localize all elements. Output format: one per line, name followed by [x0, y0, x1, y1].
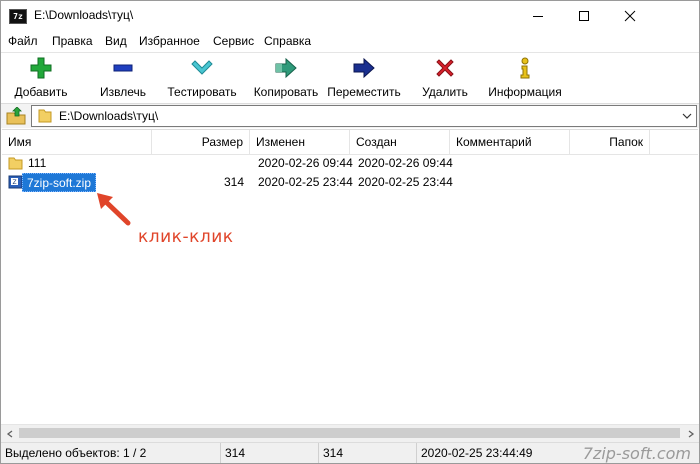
watermark: 7zip-soft.com	[582, 444, 691, 463]
folder-icon	[38, 109, 52, 123]
info-label: Информация	[488, 85, 562, 99]
item-size: 314	[223, 175, 244, 189]
file-list[interactable]: Имя Размер Изменен Создан Комментарий Па…	[2, 129, 698, 425]
window-title: E:\Downloads\туц\	[34, 8, 134, 22]
column-header-folders[interactable]: Папок	[570, 130, 650, 154]
status-packed: 314	[319, 443, 417, 463]
status-size: 314	[221, 443, 319, 463]
test-label: Тестировать	[167, 85, 237, 99]
item-created: 2020-02-26 09:44	[358, 156, 453, 170]
folder-icon	[8, 157, 23, 170]
menu-view[interactable]: Вид	[105, 34, 127, 48]
column-header-name[interactable]: Имя	[2, 130, 152, 154]
up-folder-icon[interactable]	[6, 107, 26, 125]
delete-x-icon	[436, 59, 454, 77]
info-button[interactable]: Информация	[487, 55, 563, 101]
chevron-down-icon[interactable]	[682, 112, 692, 120]
list-item[interactable]: 111 2020-02-26 09:44 2020-02-26 09:44	[2, 154, 698, 173]
7zip-app-icon: 7z	[9, 9, 27, 24]
copy-label: Копировать	[253, 85, 319, 99]
maximize-button[interactable]	[561, 1, 607, 31]
add-button[interactable]: Добавить	[13, 55, 69, 101]
zip-archive-icon: Z	[8, 175, 23, 189]
address-path: E:\Downloads\туц\	[59, 109, 159, 123]
annotation-text: клик-клик	[138, 227, 234, 247]
column-header-comment[interactable]: Комментарий	[450, 130, 570, 154]
menu-help[interactable]: Справка	[264, 34, 311, 48]
status-selected: Выделено объектов: 1 / 2	[1, 443, 221, 463]
minus-icon	[113, 64, 133, 72]
menu-favorites[interactable]: Избранное	[139, 34, 200, 48]
svg-text:Z: Z	[12, 179, 16, 186]
title-bar: 7z E:\Downloads\туц\	[1, 1, 699, 31]
extract-label: Извлечь	[99, 85, 146, 99]
list-header: Имя Размер Изменен Создан Комментарий Па…	[2, 130, 698, 155]
scroll-right-button[interactable]	[682, 425, 699, 442]
minimize-icon	[533, 16, 543, 17]
check-chevron-icon	[191, 60, 213, 75]
close-button[interactable]	[607, 1, 653, 31]
delete-label: Удалить	[422, 85, 468, 99]
copy-button[interactable]: Копировать	[249, 55, 323, 101]
horizontal-scrollbar[interactable]	[1, 424, 699, 442]
move-arrow-icon	[353, 57, 375, 79]
toolbar: Добавить Извлечь Тестировать Копировать	[1, 52, 699, 103]
status-date: 2020-02-25 23:44:49	[421, 446, 533, 460]
item-name: 111	[28, 156, 47, 170]
item-size	[152, 154, 250, 173]
item-created: 2020-02-25 23:44	[358, 175, 453, 189]
column-header-size[interactable]: Размер	[152, 130, 250, 154]
menu-bar: Файл Правка Вид Избранное Сервис Справка	[1, 31, 699, 51]
address-row: E:\Downloads\туц\	[1, 103, 699, 128]
move-button[interactable]: Переместить	[327, 55, 401, 101]
menu-edit[interactable]: Правка	[52, 34, 93, 48]
item-name: 7zip-soft.zip	[22, 173, 97, 192]
add-label: Добавить	[14, 85, 68, 99]
app-window: 7z E:\Downloads\туц\ Файл Правка Вид Изб…	[0, 0, 700, 464]
chevron-left-icon	[6, 429, 12, 438]
menu-tools[interactable]: Сервис	[213, 34, 254, 48]
column-header-created[interactable]: Создан	[350, 130, 450, 154]
item-modified: 2020-02-25 23:44	[258, 175, 353, 189]
status-bar: Выделено объектов: 1 / 2 314 314 2020-02…	[1, 442, 699, 463]
column-header-modified[interactable]: Изменен	[250, 130, 350, 154]
menu-file[interactable]: Файл	[8, 34, 38, 48]
scrollbar-thumb[interactable]	[19, 428, 680, 438]
chevron-right-icon	[688, 429, 694, 438]
move-label: Переместить	[327, 85, 401, 99]
info-icon	[520, 57, 530, 79]
maximize-icon	[579, 11, 589, 21]
item-modified: 2020-02-26 09:44	[258, 156, 353, 170]
annotation-arrow-icon	[97, 193, 131, 226]
scroll-left-button[interactable]	[1, 425, 18, 442]
copy-arrow-icon	[275, 57, 297, 79]
delete-button[interactable]: Удалить	[419, 55, 471, 101]
address-bar[interactable]: E:\Downloads\туц\	[31, 105, 697, 127]
minimize-button[interactable]	[515, 1, 561, 31]
extract-button[interactable]: Извлечь	[95, 55, 151, 101]
test-button[interactable]: Тестировать	[166, 55, 238, 101]
plus-icon	[30, 57, 52, 79]
close-icon	[624, 10, 636, 22]
